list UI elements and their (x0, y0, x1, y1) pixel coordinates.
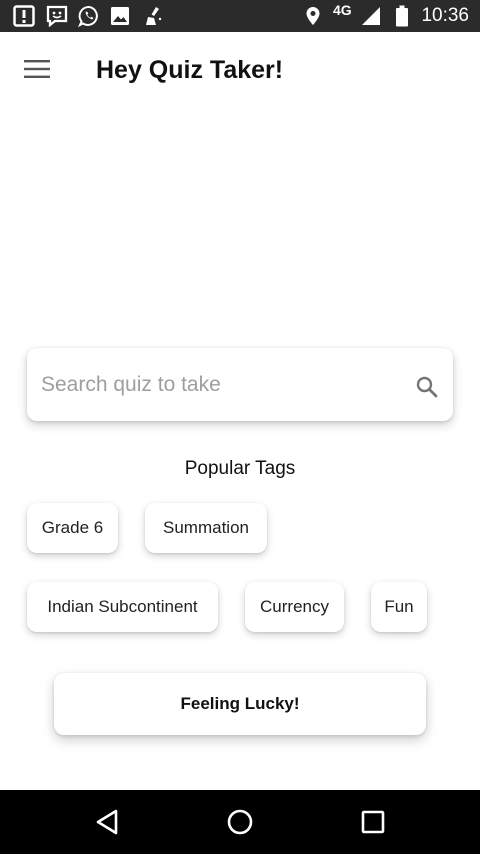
home-icon[interactable] (222, 804, 258, 840)
tag-chip[interactable]: Summation (145, 503, 267, 553)
status-bar: 4G 10:36 (0, 0, 480, 32)
search-card (27, 348, 453, 421)
status-time: 10:36 (421, 5, 469, 26)
page-title: Hey Quiz Taker! (96, 56, 284, 84)
back-icon[interactable] (89, 804, 125, 840)
feeling-lucky-button[interactable]: Feeling Lucky! (54, 673, 426, 735)
recents-icon[interactable] (355, 804, 391, 840)
cleaner-icon (140, 4, 166, 28)
navigation-bar (0, 790, 480, 854)
popular-tags-heading: Popular Tags (184, 458, 296, 479)
network-type-label: 4G (333, 2, 352, 18)
location-icon (304, 4, 322, 28)
hamburger-menu-icon[interactable] (20, 52, 54, 86)
signal-icon (360, 4, 382, 28)
app-bar: Hey Quiz Taker! (0, 32, 480, 110)
battery-icon (392, 4, 412, 28)
tag-chip[interactable]: Grade 6 (27, 503, 118, 553)
search-input[interactable] (39, 362, 403, 408)
message-icon (44, 4, 70, 28)
alert-icon (11, 4, 37, 28)
tag-chip[interactable]: Currency (245, 582, 344, 632)
image-icon (108, 4, 132, 28)
search-icon[interactable] (415, 375, 439, 399)
tag-chip[interactable]: Indian Subcontinent (27, 582, 218, 632)
tag-chip[interactable]: Fun (371, 582, 427, 632)
whatsapp-icon (76, 4, 102, 28)
